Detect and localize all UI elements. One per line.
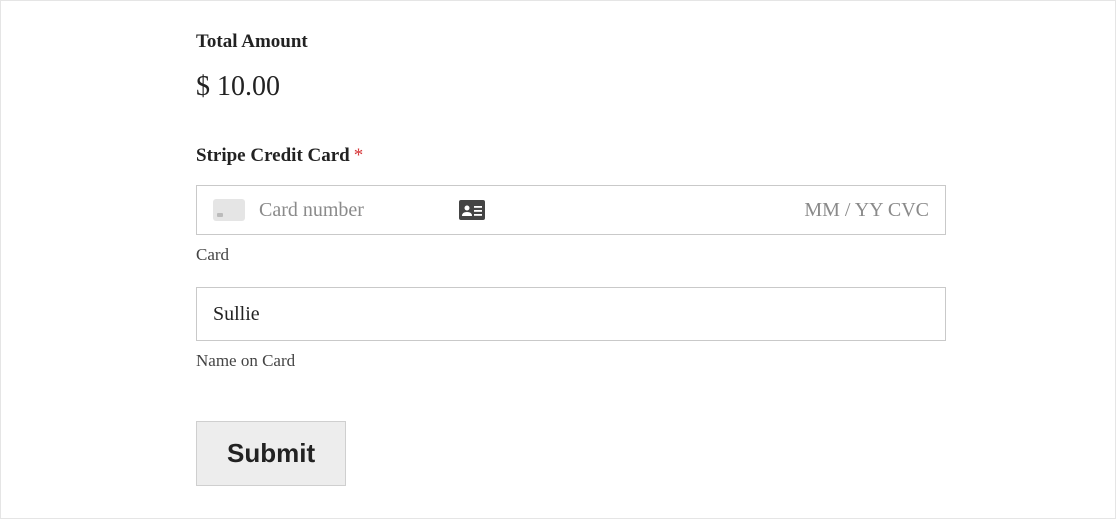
expiry-cvc-placeholder: MM / YY CVC: [804, 199, 929, 222]
card-icon: [213, 199, 245, 221]
total-amount-value: $ 10.00: [196, 71, 946, 103]
form-wrapper: Total Amount $ 10.00 Stripe Credit Card*…: [196, 31, 946, 486]
name-sublabel: Name on Card: [196, 351, 946, 371]
total-amount-label: Total Amount: [196, 31, 946, 53]
card-sublabel: Card: [196, 245, 946, 265]
id-card-icon: [459, 200, 485, 220]
required-asterisk: *: [354, 145, 364, 166]
submit-button[interactable]: Submit: [196, 421, 346, 486]
card-label-text: Stripe Credit Card: [196, 145, 350, 166]
name-on-card-input[interactable]: [196, 287, 946, 341]
card-input-row[interactable]: Card number MM / YY CVC: [196, 185, 946, 235]
card-number-placeholder: Card number: [259, 199, 459, 222]
payment-form-container: Total Amount $ 10.00 Stripe Credit Card*…: [0, 0, 1116, 519]
card-field-label: Stripe Credit Card*: [196, 145, 946, 167]
